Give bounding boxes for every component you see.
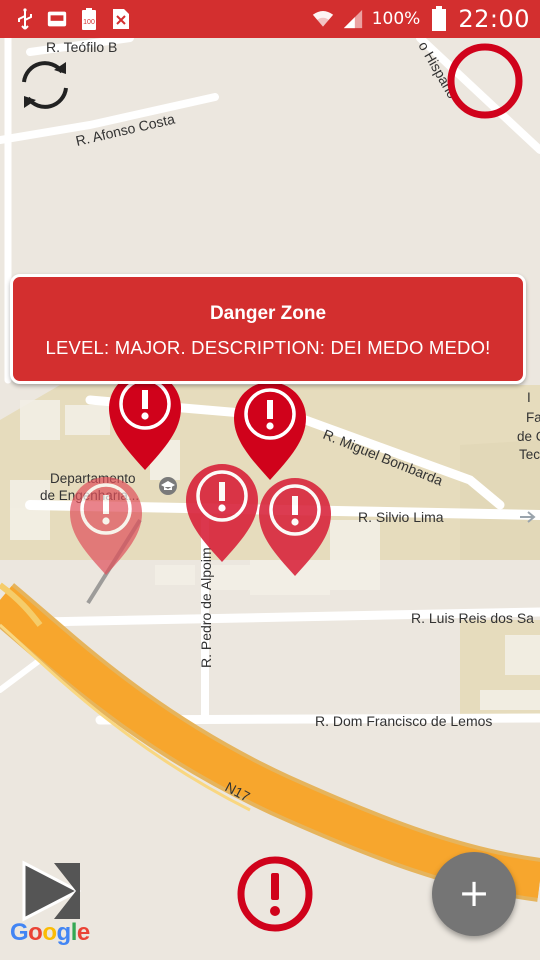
battery-percent: 100% [371, 9, 421, 29]
poi-label-right-tec: Tec [519, 447, 540, 462]
sim-icon [46, 8, 68, 30]
education-poi-icon[interactable] [159, 477, 177, 495]
marker-info-window[interactable]: Danger Zone LEVEL: MAJOR. DESCRIPTION: D… [10, 274, 526, 384]
poi-label-right-i: I [527, 390, 531, 405]
battery-icon [428, 6, 450, 31]
poi-label-right-fa: Fa [526, 410, 540, 425]
usb-icon [14, 8, 36, 30]
poi-label-right-de: de C [517, 429, 540, 444]
info-description: LEVEL: MAJOR. DESCRIPTION: DEI MEDO MEDO… [45, 337, 491, 358]
status-bar: 100 100% 22:00 [0, 0, 540, 38]
road-label-silvio-lima: R. Silvio Lima [358, 509, 444, 525]
road-label-dom-francisco: R. Dom Francisco de Lemos [315, 713, 492, 729]
info-title: Danger Zone [209, 303, 327, 324]
navigation-arrow-icon [22, 860, 82, 922]
signal-icon [342, 8, 364, 30]
map-view[interactable]: R. Teófilo B o Hispano R. Afonso Costa R… [0, 38, 540, 960]
navigation-button[interactable] [20, 860, 84, 922]
wifi-icon [312, 8, 334, 30]
alert-icon [237, 856, 313, 932]
road-label-luis-reis: R. Luis Reis dos Sa [411, 610, 534, 626]
add-button[interactable]: + [432, 852, 516, 936]
svg-text:100: 100 [83, 19, 95, 26]
clock: 22:00 [458, 5, 530, 33]
road-label-teofilo: R. Teófilo B [46, 39, 117, 55]
report-danger-button[interactable] [236, 855, 314, 933]
refresh-button[interactable] [14, 56, 76, 114]
google-logo: Google [10, 919, 90, 946]
battery-saver-icon: 100 [78, 8, 100, 30]
refresh-icon [22, 61, 68, 109]
circle-ring-icon[interactable] [446, 42, 524, 120]
road-label-pedro-alpoim: R. Pedro de Alpoim [198, 547, 214, 668]
no-sim-icon [110, 8, 132, 30]
